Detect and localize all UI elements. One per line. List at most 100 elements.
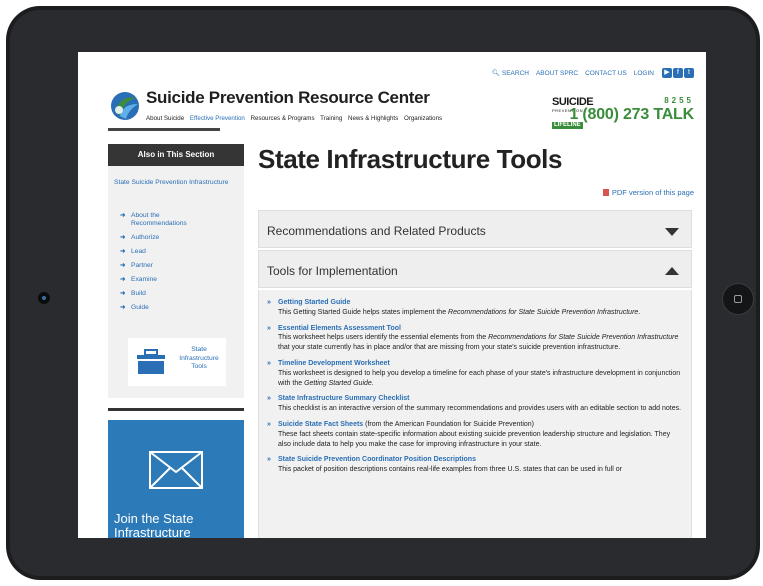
pdf-link[interactable]: PDF version of this page — [602, 188, 694, 197]
search-link[interactable]: 🔍︎ SEARCH — [492, 69, 529, 77]
desc-text: . — [371, 379, 374, 387]
nav-organizations[interactable]: Organizations — [404, 115, 442, 122]
accordion-tools[interactable]: Tools for Implementation — [258, 250, 692, 288]
arrow-right-icon: ➜ — [120, 212, 126, 219]
tool-description: This worksheet is designed to help you d… — [278, 369, 683, 389]
tablet-screen: 🔍︎ SEARCH ABOUT SPRC CONTACT US LOGIN ▶ f… — [78, 52, 706, 538]
sidebar-item-lead[interactable]: ➜ Lead — [120, 248, 211, 256]
arrow-right-icon: ➜ — [120, 248, 126, 255]
sidebar-item-label: About the Recommendations — [131, 212, 187, 227]
bullet-icon: » — [267, 299, 271, 306]
pdf-icon — [602, 189, 609, 196]
sidebar-tools-card[interactable]: State Infrastructure Tools — [128, 338, 226, 386]
sidebar-item-label: Authorize — [131, 234, 160, 241]
desc-text: This Getting Started Guide helps states … — [278, 308, 449, 316]
sidebar-heading: Also in This Section — [108, 144, 244, 166]
join-promo-text: Join the State Infrastructure — [114, 511, 194, 539]
contact-us-link[interactable]: CONTACT US — [585, 70, 627, 77]
tool-link-fact-sheets[interactable]: Suicide State Fact Sheets — [278, 421, 363, 428]
desc-text: that your state currently has in place a… — [278, 344, 621, 352]
bullet-icon: » — [267, 420, 271, 428]
tool-link-essential-elements[interactable]: Essential Elements Assessment Tool — [278, 325, 401, 332]
list-item: » Getting Started Guide This Getting Sta… — [267, 298, 683, 318]
desc-italic: Recommendations for State Suicide Preven… — [488, 334, 679, 342]
nav-effective-prevention[interactable]: Effective Prevention — [190, 115, 245, 122]
arrow-right-icon: ➜ — [120, 276, 126, 283]
lifeline-digits: 8255 — [664, 96, 694, 105]
sidebar-divider — [108, 408, 244, 411]
camera-icon — [38, 292, 50, 304]
page-title: State Infrastructure Tools — [258, 144, 563, 174]
sidebar-item-label: Examine — [131, 276, 158, 283]
list-item: » Timeline Development Worksheet This wo… — [267, 359, 683, 388]
nav-news-highlights[interactable]: News & Highlights — [348, 115, 398, 122]
desc-italic: Recommendations for State Suicide Preven… — [448, 308, 639, 316]
home-button[interactable] — [722, 283, 754, 315]
pdf-link-label: PDF version of this page — [611, 188, 694, 197]
sidebar-item-partner[interactable]: ➜ Partner — [120, 262, 211, 270]
utility-nav: 🔍︎ SEARCH ABOUT SPRC CONTACT US LOGIN ▶ f… — [492, 68, 694, 78]
join-promo[interactable]: Join the State Infrastructure — [108, 420, 244, 538]
chevron-up-icon — [665, 267, 679, 275]
site-title[interactable]: Suicide Prevention Resource Center — [146, 88, 430, 108]
toolbox-icon — [137, 349, 165, 374]
tool-link-getting-started[interactable]: Getting Started Guide — [278, 299, 350, 306]
sidebar-item-label: Partner — [131, 262, 153, 269]
sidebar-item-about-recommendations[interactable]: ➜ About the Recommendations — [120, 212, 211, 228]
accordion-label: Tools for Implementation — [267, 264, 398, 278]
sidebar-item-authorize[interactable]: ➜ Authorize — [120, 234, 211, 242]
list-item: » Essential Elements Assessment Tool Thi… — [267, 324, 683, 353]
tool-description: These fact sheets contain state-specific… — [278, 430, 671, 448]
sidebar-item-label: Build — [131, 290, 146, 297]
bullet-icon: » — [267, 456, 271, 464]
tool-source: (from the American Foundation for Suicid… — [363, 420, 535, 428]
search-label: SEARCH — [501, 70, 529, 77]
chevron-down-icon — [665, 228, 679, 236]
bullet-icon: » — [267, 359, 271, 367]
tool-description: This worksheet helps users identify the … — [278, 333, 683, 353]
sidebar-links: ➜ About the Recommendations ➜ Authorize ➜ L… — [120, 212, 211, 318]
bullet-icon: » — [267, 395, 271, 403]
main-nav: About Suicide Effective Prevention Resou… — [146, 115, 446, 122]
tools-list: » Getting Started Guide This Getting Sta… — [258, 290, 692, 538]
youtube-icon[interactable]: ▶ — [662, 68, 672, 78]
list-item: » State Infrastructure Summary Checklist… — [267, 394, 683, 414]
desc-text: . — [638, 308, 641, 316]
list-item: » State Suicide Prevention Coordinator P… — [267, 455, 683, 475]
list-item: » Suicide State Fact Sheets (from the Am… — [267, 420, 683, 449]
tool-link-summary-checklist[interactable]: State Infrastructure Summary Checklist — [278, 395, 410, 402]
sidebar-section: State Suicide Prevention Infrastructure … — [108, 166, 244, 398]
tools-card-label: State Infrastructure Tools — [179, 346, 219, 370]
nav-training[interactable]: Training — [320, 115, 342, 122]
facebook-icon[interactable]: f — [673, 68, 683, 78]
bullet-icon: » — [267, 324, 271, 332]
sidebar-item-guide[interactable]: ➜ Guide — [120, 304, 211, 312]
arrow-right-icon: ➜ — [120, 262, 126, 269]
lifeline-phone[interactable]: 1 (800) 273 TALK — [569, 106, 694, 124]
sprc-logo[interactable] — [108, 88, 142, 122]
accordion-recommendations[interactable]: Recommendations and Related Products — [258, 210, 692, 248]
arrow-right-icon: ➜ — [120, 290, 126, 297]
login-link[interactable]: LOGIN — [634, 70, 654, 77]
sidebar-item-build[interactable]: ➜ Build — [120, 290, 211, 298]
nav-about-suicide[interactable]: About Suicide — [146, 115, 184, 122]
tool-description: This checklist is an interactive version… — [278, 405, 682, 413]
desc-text: This worksheet helps users identify the … — [278, 334, 489, 342]
active-nav-indicator — [108, 128, 220, 131]
sidebar-parent-link[interactable]: State Suicide Prevention Infrastructure — [114, 178, 234, 187]
tool-description: This Getting Started Guide helps states … — [278, 308, 683, 318]
about-sprc-link[interactable]: ABOUT SPRC — [536, 70, 578, 77]
arrow-right-icon: ➜ — [120, 304, 126, 311]
accordion-label: Recommendations and Related Products — [267, 224, 486, 238]
envelope-icon — [149, 451, 203, 489]
desc-italic: Getting Started Guide — [304, 379, 372, 387]
sidebar-item-examine[interactable]: ➜ Examine — [120, 276, 211, 284]
twitter-icon[interactable]: t — [684, 68, 694, 78]
sidebar-item-label: Lead — [131, 248, 146, 255]
sidebar-item-label: Guide — [131, 304, 149, 311]
tool-link-timeline[interactable]: Timeline Development Worksheet — [278, 360, 390, 367]
arrow-right-icon: ➜ — [120, 234, 126, 241]
tool-link-coordinator-descriptions[interactable]: State Suicide Prevention Coordinator Pos… — [278, 456, 476, 463]
tool-description: This packet of position descriptions con… — [278, 466, 622, 474]
nav-resources-programs[interactable]: Resources & Programs — [251, 115, 315, 122]
